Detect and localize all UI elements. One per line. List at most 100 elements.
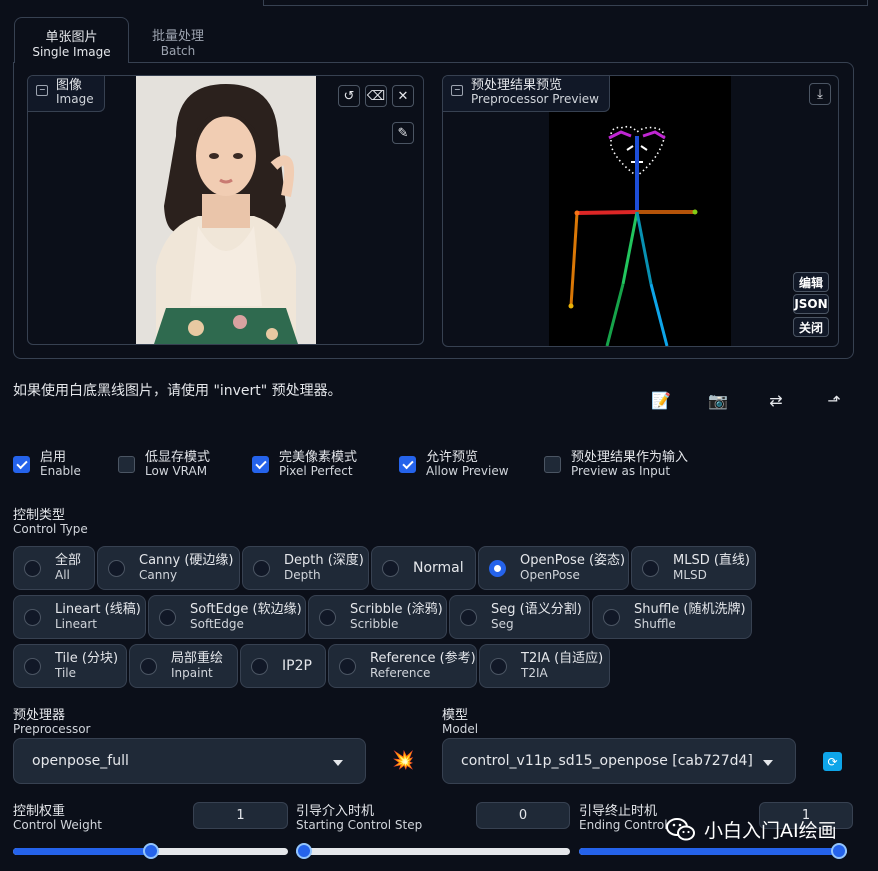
radio-dot[interactable] xyxy=(339,657,356,675)
slider-label-en: Ending Control xyxy=(579,818,668,833)
edit-button[interactable]: 编辑 xyxy=(793,272,829,292)
radio-dot[interactable] xyxy=(253,559,270,577)
slider-thumb[interactable] xyxy=(296,843,312,859)
radio-all[interactable]: 全部 All xyxy=(13,546,95,590)
brush-icon[interactable]: ✎ xyxy=(392,122,414,144)
radio-label-en: Canny xyxy=(139,567,178,582)
checkbox-label-en: Allow Preview xyxy=(426,464,509,479)
radio-dot[interactable] xyxy=(24,608,41,626)
radio-label-zh: Shuffle (随机洗牌) xyxy=(634,602,746,618)
tab-label-zh: 单张图片 xyxy=(45,30,98,45)
run-preprocessor-icon[interactable]: 💥 xyxy=(392,750,414,771)
enable-checkbox[interactable]: 启用 Enable xyxy=(13,450,81,479)
radio-normal[interactable]: Normal xyxy=(371,546,476,590)
preprocessor-label: 预处理器 Preprocessor xyxy=(13,708,90,736)
radio-dot[interactable] xyxy=(319,608,336,626)
radio-t2ia[interactable]: T2IA (自适应) T2IA xyxy=(479,644,610,688)
radio-dot[interactable] xyxy=(382,559,399,577)
low-vram-checkbox[interactable]: 低显存模式 Low VRAM xyxy=(118,450,210,478)
chevron-down-icon xyxy=(763,760,773,766)
memo-icon[interactable]: 📝 xyxy=(649,388,673,412)
swap-icon[interactable]: ⇄ xyxy=(764,388,788,412)
camera-icon[interactable]: 📷 xyxy=(706,388,730,412)
model-value: control_v11p_sd15_openpose [cab727d4] xyxy=(461,753,753,769)
checkbox-box[interactable] xyxy=(399,456,416,473)
preprocessor-preview: 预处理结果预览 Preprocessor Preview ⤓ 编辑 JSON 关… xyxy=(442,75,839,347)
radio-dot[interactable] xyxy=(603,608,620,626)
checkbox-box[interactable] xyxy=(252,456,269,473)
image-input[interactable]: 图像 Image ↺ ⌫ ✕ ✎ xyxy=(27,75,424,345)
radio-softedge[interactable]: SoftEdge (软边缘) SoftEdge xyxy=(148,595,306,639)
radio-lineart[interactable]: Lineart (线稿) Lineart xyxy=(13,595,146,639)
radio-dot[interactable] xyxy=(460,608,477,626)
radio-dot[interactable] xyxy=(108,559,125,577)
radio-seg[interactable]: Seg (语义分割) Seg xyxy=(449,595,590,639)
radio-label-en: OpenPose xyxy=(520,567,580,582)
radio-openpose[interactable]: OpenPose (姿态) OpenPose xyxy=(478,546,629,590)
send-dimensions-icon[interactable]: ⬏ xyxy=(822,388,846,412)
slider-fill xyxy=(13,848,151,855)
radio-shuffle[interactable]: Shuffle (随机洗牌) Shuffle xyxy=(592,595,752,639)
model-label: 模型 Model xyxy=(442,708,478,736)
radio-tile[interactable]: Tile (分块) Tile xyxy=(13,644,127,688)
radio-dot[interactable] xyxy=(490,657,507,675)
json-button[interactable]: JSON xyxy=(793,294,829,314)
radio-dot[interactable] xyxy=(140,657,157,675)
model-label-zh: 模型 xyxy=(442,708,469,723)
slider-label-zh: 控制权重 xyxy=(13,804,66,819)
checkbox-label-zh: 允许预览 xyxy=(426,450,479,465)
ending-step-slider[interactable] xyxy=(579,843,847,859)
radio-label-en: SoftEdge xyxy=(190,616,244,631)
control-weight-input[interactable]: 1 xyxy=(193,802,288,829)
checkbox-label-en: Pixel Perfect xyxy=(279,464,353,479)
preprocessor-label-zh: 预处理器 xyxy=(13,708,66,723)
rotate-icon[interactable]: ↺ xyxy=(338,85,360,107)
starting-step-input[interactable]: 0 xyxy=(476,802,570,829)
radio-label-zh: T2IA (自适应) xyxy=(521,651,604,667)
slider-thumb[interactable] xyxy=(831,843,847,859)
pixel-perfect-checkbox[interactable]: 完美像素模式 Pixel Perfect xyxy=(252,450,357,479)
radio-scribble[interactable]: Scribble (涂鸦) Scribble xyxy=(308,595,447,639)
allow-preview-checkbox[interactable]: 允许预览 Allow Preview xyxy=(399,450,509,479)
checkbox-label-en: Enable xyxy=(40,464,81,479)
top-panel-border xyxy=(263,0,868,6)
download-icon[interactable]: ⤓ xyxy=(809,83,831,105)
radio-canny[interactable]: Canny (硬边缘) Canny xyxy=(97,546,240,590)
close-preview-button[interactable]: 关闭 xyxy=(793,317,829,337)
radio-reference[interactable]: Reference (参考) Reference xyxy=(328,644,477,688)
radio-dot[interactable] xyxy=(24,657,41,675)
slider-label-zh: 引导介入时机 xyxy=(296,804,375,819)
image-label-zh: 图像 xyxy=(56,78,83,93)
radio-dot[interactable] xyxy=(251,657,268,675)
control-weight-slider[interactable] xyxy=(13,843,288,859)
image-panel-label: 图像 Image xyxy=(28,76,105,112)
slider-thumb[interactable] xyxy=(143,843,159,859)
refresh-icon[interactable]: ⟳ xyxy=(823,752,842,771)
radio-dot[interactable] xyxy=(159,608,176,626)
radio-inpaint[interactable]: 局部重绘 Inpaint xyxy=(129,644,238,688)
checkbox-box[interactable] xyxy=(13,456,30,473)
preprocessor-select[interactable]: openpose_full xyxy=(13,738,366,784)
tab-single-image[interactable]: 单张图片 Single Image xyxy=(14,17,129,63)
radio-depth[interactable]: Depth (深度) Depth xyxy=(242,546,369,590)
preview-as-input-checkbox[interactable]: 预处理结果作为输入 Preview as Input xyxy=(544,450,688,478)
radio-dot[interactable] xyxy=(24,559,41,577)
radio-dot[interactable] xyxy=(642,559,659,577)
control-type-label-zh: 控制类型 xyxy=(13,508,66,523)
radio-ip2p[interactable]: IP2P xyxy=(240,644,326,688)
checkbox-box[interactable] xyxy=(544,456,561,473)
tab-label-en: Batch xyxy=(160,44,196,58)
watermark-text: 小白入门AI绘画 xyxy=(704,820,837,842)
checkbox-box[interactable] xyxy=(118,456,135,473)
uploaded-photo xyxy=(136,76,316,344)
radio-dot-selected[interactable] xyxy=(489,559,506,577)
control-type-label-en: Control Type xyxy=(13,522,88,537)
radio-mlsd[interactable]: MLSD (直线) MLSD xyxy=(631,546,756,590)
radio-label-zh: SoftEdge (软边缘) xyxy=(190,602,302,618)
eraser-icon[interactable]: ⌫ xyxy=(365,85,387,107)
tab-batch[interactable]: 批量处理 Batch xyxy=(132,17,224,63)
model-select[interactable]: control_v11p_sd15_openpose [cab727d4] xyxy=(442,738,796,784)
starting-step-slider[interactable] xyxy=(296,843,570,859)
close-icon[interactable]: ✕ xyxy=(392,85,414,107)
image-icon xyxy=(451,85,463,96)
